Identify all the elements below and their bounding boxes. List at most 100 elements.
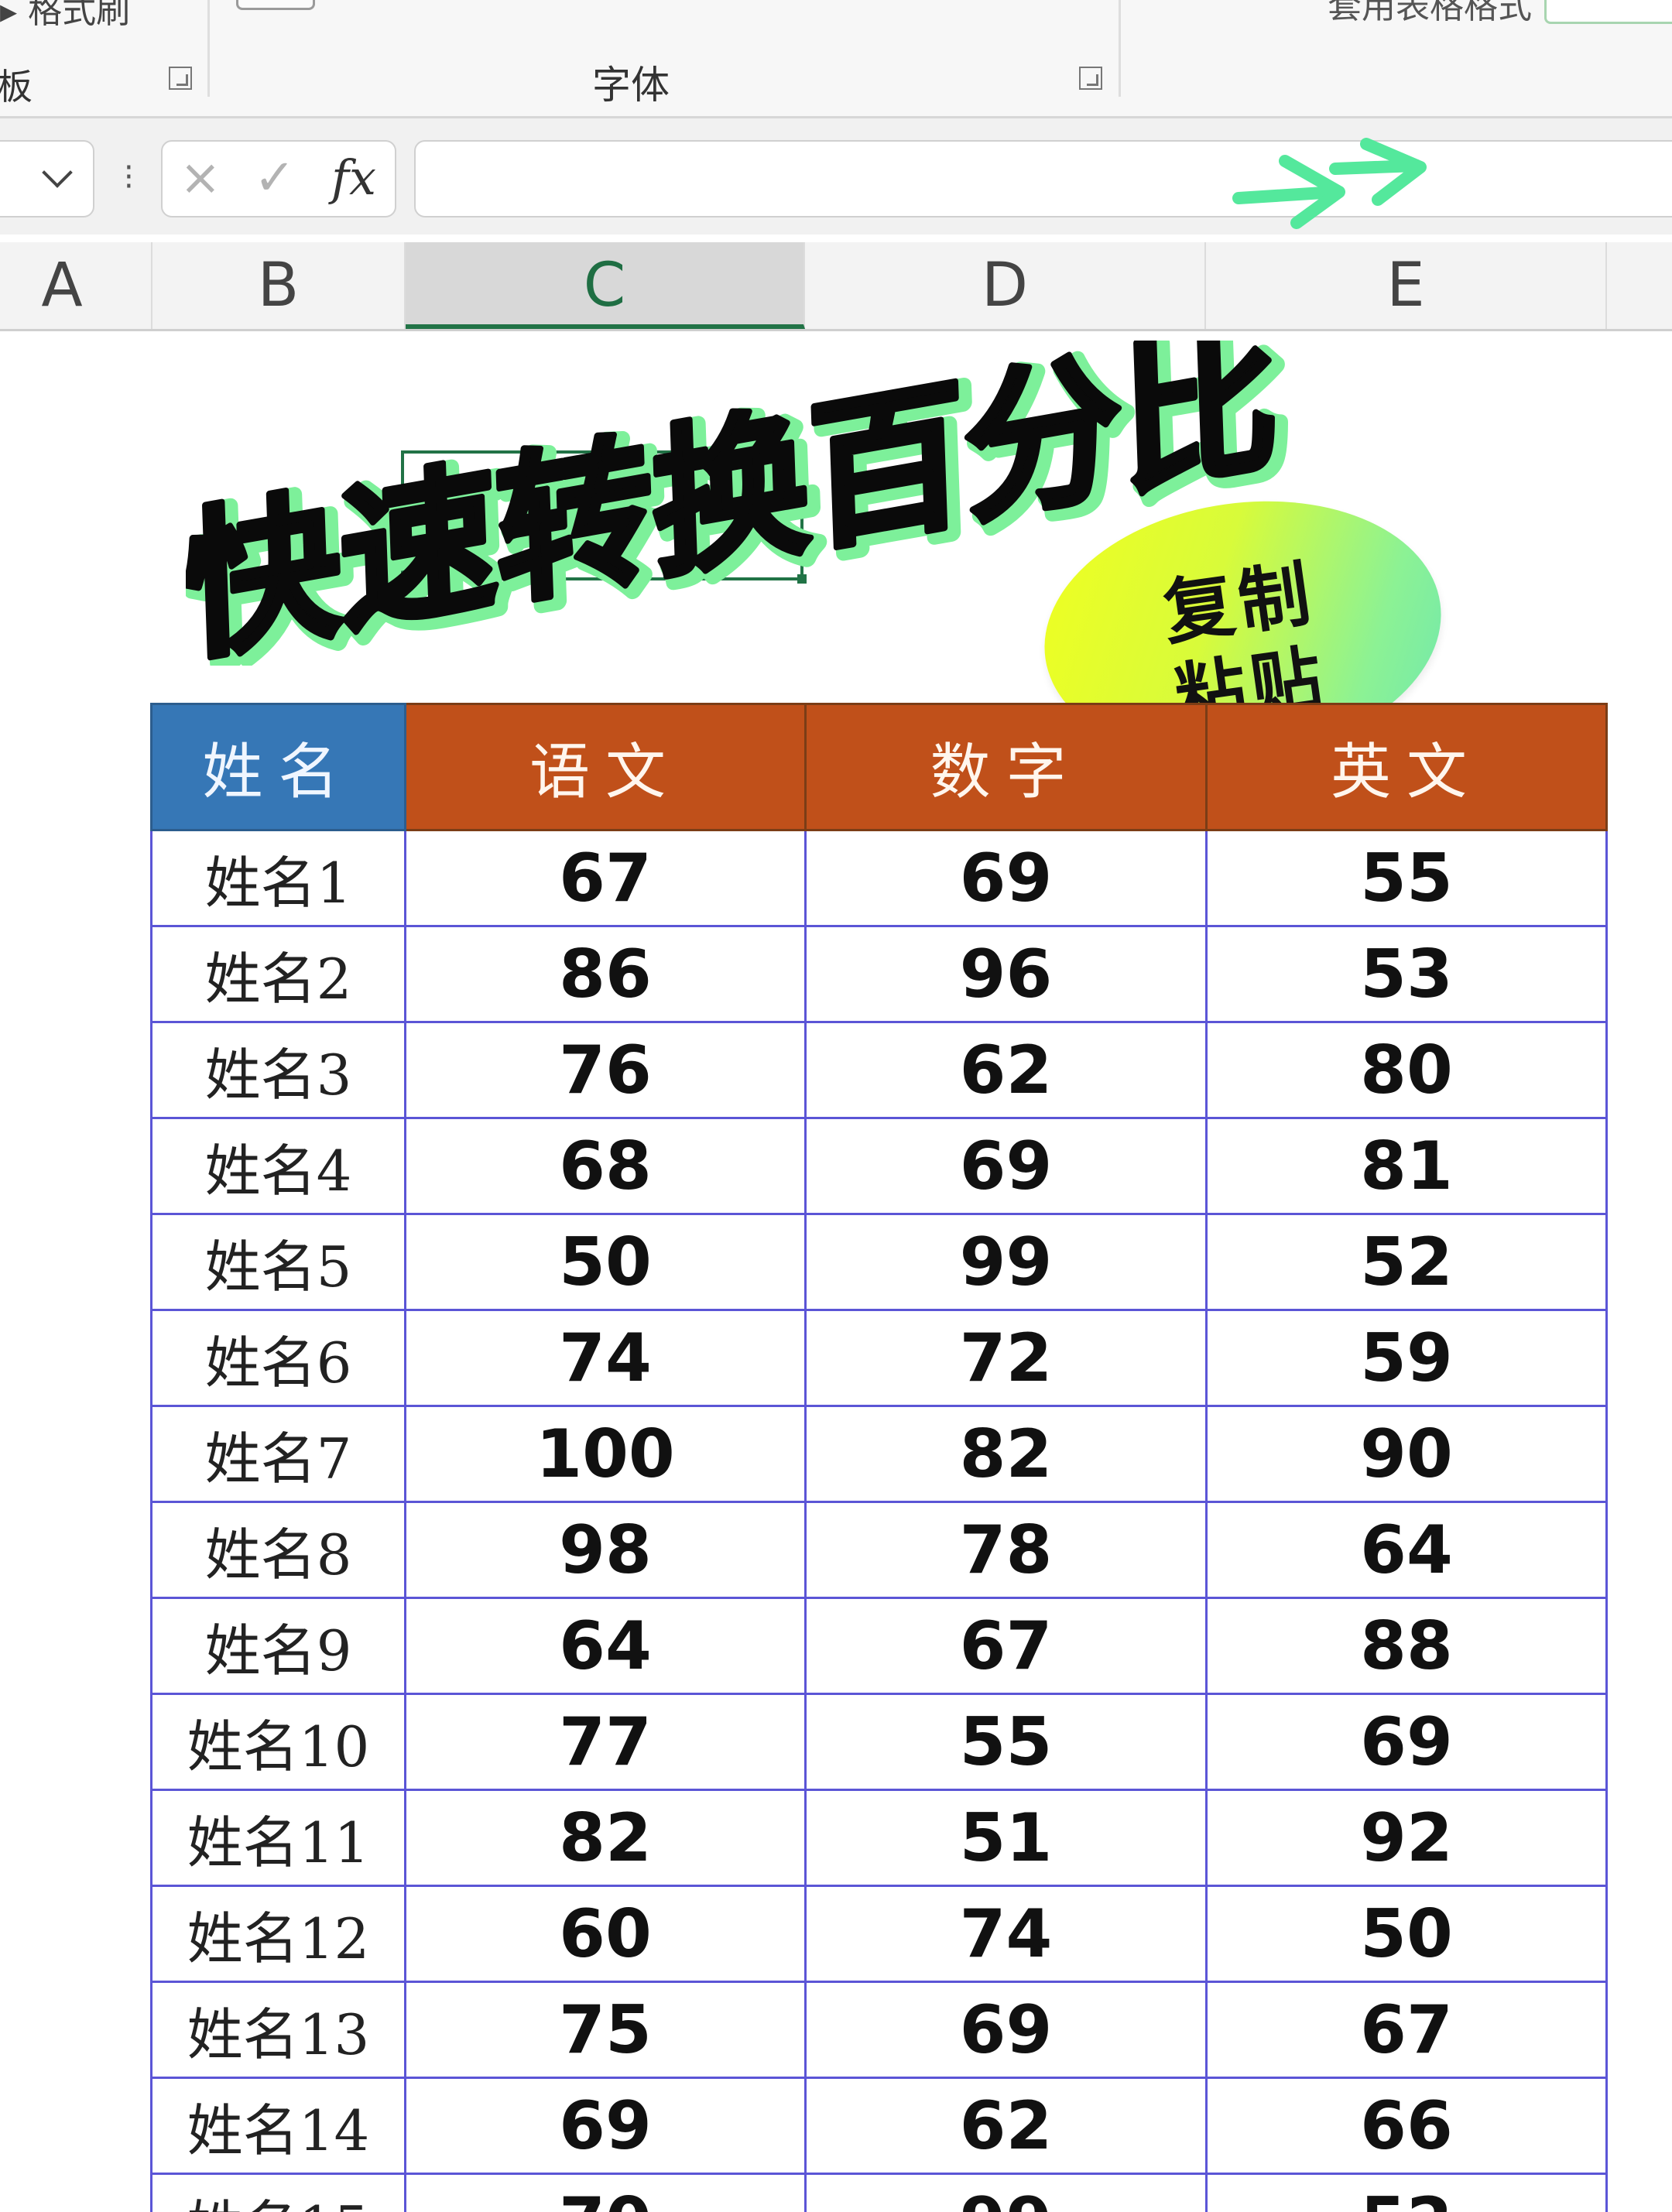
cell-name[interactable]: 姓名13 — [150, 1981, 406, 2079]
font-name-dropdown[interactable] — [236, 0, 315, 10]
cell-chinese-score[interactable]: 77 — [404, 1693, 807, 1791]
cell-english-score[interactable]: 67 — [1205, 1981, 1608, 2079]
cell-english-score[interactable]: 81 — [1205, 1117, 1608, 1215]
font-dialog-launcher-icon[interactable] — [1079, 67, 1102, 90]
cell-math-score[interactable]: 62 — [804, 2077, 1208, 2175]
cell-name[interactable]: 姓名10 — [150, 1693, 406, 1791]
cell-chinese-score[interactable]: 75 — [404, 1981, 807, 2079]
cell-english-score[interactable]: 90 — [1205, 1405, 1608, 1503]
cell-math-score[interactable]: 72 — [804, 1309, 1208, 1407]
name-box[interactable] — [0, 140, 94, 217]
header-english[interactable]: 英文 — [1205, 703, 1608, 831]
ribbon-separator — [207, 0, 210, 97]
column-header-e[interactable]: E — [1206, 242, 1607, 329]
ribbon-separator — [1119, 0, 1121, 97]
cell-name[interactable]: 姓名6 — [150, 1309, 406, 1407]
cell-math-score[interactable]: 62 — [804, 1021, 1208, 1119]
cell-math-score[interactable]: 99 — [804, 1213, 1208, 1311]
cell-name[interactable]: 姓名3 — [150, 1021, 406, 1119]
cell-english-score[interactable]: 80 — [1205, 1021, 1608, 1119]
insert-function-icon[interactable]: fx — [331, 149, 376, 206]
column-header-b[interactable]: B — [152, 242, 406, 329]
cell-english-score[interactable]: 50 — [1205, 1885, 1608, 1983]
cell-name[interactable]: 姓名4 — [150, 1117, 406, 1215]
cell-chinese-score[interactable]: 98 — [404, 1501, 807, 1599]
format-painter-button[interactable]: ▸ 格式刷 — [0, 0, 130, 33]
cell-name[interactable]: 姓名2 — [150, 925, 406, 1023]
cell-chinese-score[interactable]: 68 — [404, 1117, 807, 1215]
cell-name[interactable]: 姓名14 — [150, 2077, 406, 2175]
more-vertical-icon[interactable]: · · · — [124, 152, 134, 202]
cell-name[interactable]: 姓名15 — [150, 2173, 406, 2212]
cell-chinese-score[interactable]: 74 — [404, 1309, 807, 1407]
table-style-button[interactable]: 套用表格格式 — [1328, 0, 1532, 28]
table-header-row: 姓名 语文 数字 英文 — [150, 703, 1608, 831]
formula-input[interactable] — [414, 140, 1672, 217]
cell-english-score[interactable]: 88 — [1205, 1597, 1608, 1695]
cell-math-score[interactable]: 74 — [804, 1885, 1208, 1983]
cell-chinese-score[interactable]: 86 — [404, 925, 807, 1023]
cell-math-score[interactable]: 96 — [804, 925, 1208, 1023]
cell-math-score[interactable]: 69 — [804, 829, 1208, 927]
cell-english-score[interactable]: 59 — [1205, 1309, 1608, 1407]
clipboard-group-label: 板 — [0, 66, 33, 108]
cell-math-score[interactable]: 99 — [804, 2173, 1208, 2212]
cell-english-score[interactable]: 92 — [1205, 1789, 1608, 1887]
cell-english-score[interactable]: 66 — [1205, 2077, 1608, 2175]
cell-math-score[interactable]: 67 — [804, 1597, 1208, 1695]
table-row: 姓名12 60 74 50 — [150, 1885, 1608, 1983]
chevron-down-icon[interactable] — [42, 157, 73, 188]
cell-english-score[interactable]: 64 — [1205, 1501, 1608, 1599]
column-header-a[interactable]: A — [0, 242, 152, 329]
cell-chinese-score[interactable]: 67 — [404, 829, 807, 927]
column-header-d[interactable]: D — [805, 242, 1206, 329]
cell-name[interactable]: 姓名1 — [150, 829, 406, 927]
header-chinese[interactable]: 语文 — [404, 703, 807, 831]
cell-english-score[interactable]: 55 — [1205, 829, 1608, 927]
font-group-label: 字体 — [592, 63, 670, 108]
cell-name[interactable]: 姓名9 — [150, 1597, 406, 1695]
cell-english-score[interactable]: 52 — [1205, 2173, 1608, 2212]
cell-name[interactable]: 姓名7 — [150, 1405, 406, 1503]
column-header-c[interactable]: C — [406, 242, 805, 329]
cell-math-score[interactable]: 78 — [804, 1501, 1208, 1599]
table-row: 姓名9 64 67 88 — [150, 1597, 1608, 1695]
table-row: 姓名14 69 62 66 — [150, 2077, 1608, 2175]
cell-english-score[interactable]: 53 — [1205, 925, 1608, 1023]
cell-chinese-score[interactable]: 70 — [404, 2173, 807, 2212]
cell-chinese-score[interactable]: 64 — [404, 1597, 807, 1695]
table-row: 姓名2 86 96 53 — [150, 925, 1608, 1023]
spreadsheet-window: ▸ 格式刷 板 字体 套用表格格式 · · · × ✓ fx A B C D E… — [0, 0, 1672, 2212]
cell-name[interactable]: 姓名11 — [150, 1789, 406, 1887]
double-arrow-icon — [1232, 138, 1427, 229]
cell-math-score[interactable]: 69 — [804, 1117, 1208, 1215]
table-row: 姓名6 74 72 59 — [150, 1309, 1608, 1407]
cell-chinese-score[interactable]: 60 — [404, 1885, 807, 1983]
cell-english-score[interactable]: 69 — [1205, 1693, 1608, 1791]
table-row: 姓名7 100 82 90 — [150, 1405, 1608, 1503]
cell-math-score[interactable]: 55 — [804, 1693, 1208, 1791]
table-row: 姓名10 77 55 69 — [150, 1693, 1608, 1791]
cancel-icon[interactable]: × — [180, 149, 221, 207]
confirm-icon[interactable]: ✓ — [254, 149, 296, 207]
cell-chinese-score[interactable]: 82 — [404, 1789, 807, 1887]
ribbon: ▸ 格式刷 板 字体 套用表格格式 — [0, 0, 1672, 118]
cell-math-score[interactable]: 82 — [804, 1405, 1208, 1503]
cell-chinese-score[interactable]: 100 — [404, 1405, 807, 1503]
table-body: 姓名1 67 69 55 姓名2 86 96 53 姓名3 76 62 80 姓名4 68 69 81 姓名5 5… — [150, 829, 1608, 2212]
cell-english-score[interactable]: 52 — [1205, 1213, 1608, 1311]
cell-chinese-score[interactable]: 76 — [404, 1021, 807, 1119]
cell-name[interactable]: 姓名5 — [150, 1213, 406, 1311]
cell-math-score[interactable]: 69 — [804, 1981, 1208, 2079]
table-row: 姓名4 68 69 81 — [150, 1117, 1608, 1215]
header-math[interactable]: 数字 — [804, 703, 1208, 831]
cell-name[interactable]: 姓名12 — [150, 1885, 406, 1983]
cell-style-gallery[interactable] — [1544, 0, 1672, 24]
cell-chinese-score[interactable]: 50 — [404, 1213, 807, 1311]
clipboard-dialog-launcher-icon[interactable] — [169, 67, 192, 90]
table-row: 姓名5 50 99 52 — [150, 1213, 1608, 1311]
cell-name[interactable]: 姓名8 — [150, 1501, 406, 1599]
header-name[interactable]: 姓名 — [150, 703, 406, 831]
cell-math-score[interactable]: 51 — [804, 1789, 1208, 1887]
cell-chinese-score[interactable]: 69 — [404, 2077, 807, 2175]
